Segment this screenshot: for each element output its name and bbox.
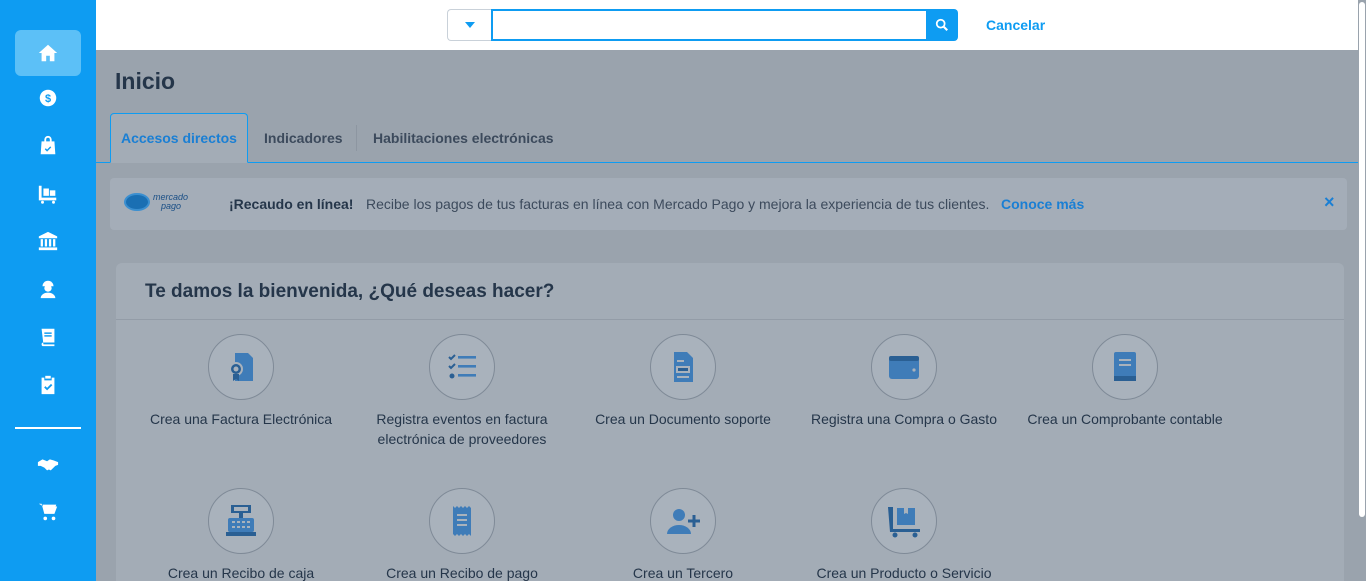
action-icon-wrap — [1092, 334, 1158, 400]
action-label: Crea un Documento soporte — [595, 411, 771, 427]
action-register-purchase[interactable]: Registra una Compra o Gasto — [804, 334, 1004, 429]
logo-text-pago: pago — [161, 201, 182, 211]
action-label: Crea un Recibo de caja — [167, 565, 315, 581]
action-label: Crea un Recibo de pago — [386, 565, 538, 581]
sidebar-item-store[interactable] — [15, 489, 81, 535]
svg-text:$: $ — [45, 93, 51, 105]
scrollbar-thumb[interactable] — [1359, 2, 1365, 517]
dollar-coin-icon: $ — [39, 89, 57, 107]
tab-habilitaciones[interactable]: Habilitaciones electrónicas — [373, 113, 554, 163]
sidebar-item-income[interactable]: $ — [15, 75, 81, 121]
page-scrollbar[interactable] — [1358, 0, 1366, 581]
tab-separator — [356, 125, 357, 151]
welcome-card: Te damos la bienvenida, ¿Qué deseas hace… — [116, 263, 1344, 581]
divider — [116, 319, 1344, 320]
checklist-icon — [448, 354, 476, 379]
search-input[interactable] — [491, 9, 926, 41]
document-icon — [674, 352, 693, 382]
mercado-pago-logo: mercado pago — [124, 193, 188, 211]
search-button[interactable] — [926, 9, 958, 41]
product-cart-icon — [888, 507, 920, 538]
banner-headline: ¡Recaudo en línea! — [229, 196, 354, 212]
action-icon-wrap — [650, 488, 716, 554]
search-icon — [935, 18, 948, 31]
action-icon-wrap — [208, 488, 274, 554]
search-filter-dropdown[interactable] — [447, 9, 491, 41]
action-create-voucher[interactable]: Crea un Comprobante contable — [1025, 334, 1225, 429]
sidebar-item-inventory[interactable] — [15, 171, 81, 217]
sidebar-item-accounting[interactable] — [15, 314, 81, 360]
add-user-icon — [667, 509, 700, 534]
home-icon — [38, 44, 58, 62]
close-icon[interactable]: × — [1324, 192, 1335, 213]
caret-down-icon — [464, 22, 475, 28]
page-title: Inicio — [115, 68, 176, 94]
action-label: Crea un Tercero — [632, 565, 734, 581]
action-create-product[interactable]: Crea un Producto o Servicio — [804, 488, 1004, 581]
sidebar-item-banks[interactable] — [15, 218, 81, 264]
action-create-third-party[interactable]: Crea un Tercero — [583, 488, 783, 581]
sidebar-item-payroll[interactable] — [15, 266, 81, 312]
promo-banner: mercado pago ¡Recaudo en línea! Recibe l… — [110, 178, 1347, 230]
action-icon-wrap — [871, 488, 937, 554]
cancel-button[interactable]: Cancelar — [986, 17, 1045, 33]
search-group — [447, 9, 958, 41]
sidebar-item-reports[interactable] — [15, 362, 81, 408]
ledger-book-icon — [1114, 352, 1136, 381]
pallet-cart-icon — [38, 185, 57, 204]
action-label: Crea una Factura Electrónica — [149, 411, 333, 427]
book-icon — [41, 328, 55, 347]
sidebar: $ — [0, 0, 96, 581]
action-create-support-doc[interactable]: Crea un Documento soporte — [583, 334, 783, 429]
cart-icon — [38, 503, 58, 521]
handshake-oval-icon — [124, 193, 150, 211]
welcome-title: Te damos la bienvenida, ¿Qué deseas hace… — [145, 281, 555, 302]
shopping-bag-icon — [40, 135, 56, 155]
search-bar: Cancelar — [96, 0, 1358, 50]
invoice-certificate-icon — [229, 353, 253, 381]
action-icon-wrap — [429, 488, 495, 554]
tab-indicadores[interactable]: Indicadores — [264, 113, 343, 163]
tab-accesos-directos[interactable]: Accesos directos — [110, 113, 248, 163]
receipt-icon — [453, 506, 471, 536]
sidebar-item-expenses[interactable] — [15, 123, 81, 169]
action-create-payment-receipt[interactable]: Crea un Recibo de pago — [362, 488, 562, 581]
action-register-events[interactable]: Registra eventos en factura electrónica … — [362, 334, 562, 449]
sidebar-item-home[interactable] — [15, 30, 81, 76]
banner-description: Recibe los pagos de tus facturas en líne… — [366, 196, 990, 212]
action-create-invoice[interactable]: Crea una Factura Electrónica — [141, 334, 341, 429]
user-worker-icon — [40, 280, 56, 299]
wallet-icon — [889, 356, 919, 379]
clipboard-check-icon — [41, 375, 55, 395]
action-icon-wrap — [650, 334, 716, 400]
cash-register-icon — [226, 505, 256, 536]
sidebar-item-partners[interactable] — [15, 441, 81, 487]
handshake-icon — [37, 459, 59, 471]
bank-icon — [38, 231, 58, 251]
action-create-cash-receipt[interactable]: Crea un Recibo de caja — [141, 488, 341, 581]
sidebar-divider — [15, 427, 81, 429]
action-icon-wrap — [429, 334, 495, 400]
banner-learn-more-link[interactable]: Conoce más — [1001, 196, 1084, 212]
action-icon-wrap — [208, 334, 274, 400]
action-icon-wrap — [871, 334, 937, 400]
action-label: Registra una Compra o Gasto — [811, 411, 997, 427]
action-label: Registra eventos en factura electrónica … — [376, 411, 548, 447]
tab-bar: Accesos directos Indicadores Habilitacio… — [96, 113, 1358, 163]
action-label: Crea un Producto o Servicio — [816, 565, 992, 581]
action-label: Crea un Comprobante contable — [1027, 411, 1223, 427]
